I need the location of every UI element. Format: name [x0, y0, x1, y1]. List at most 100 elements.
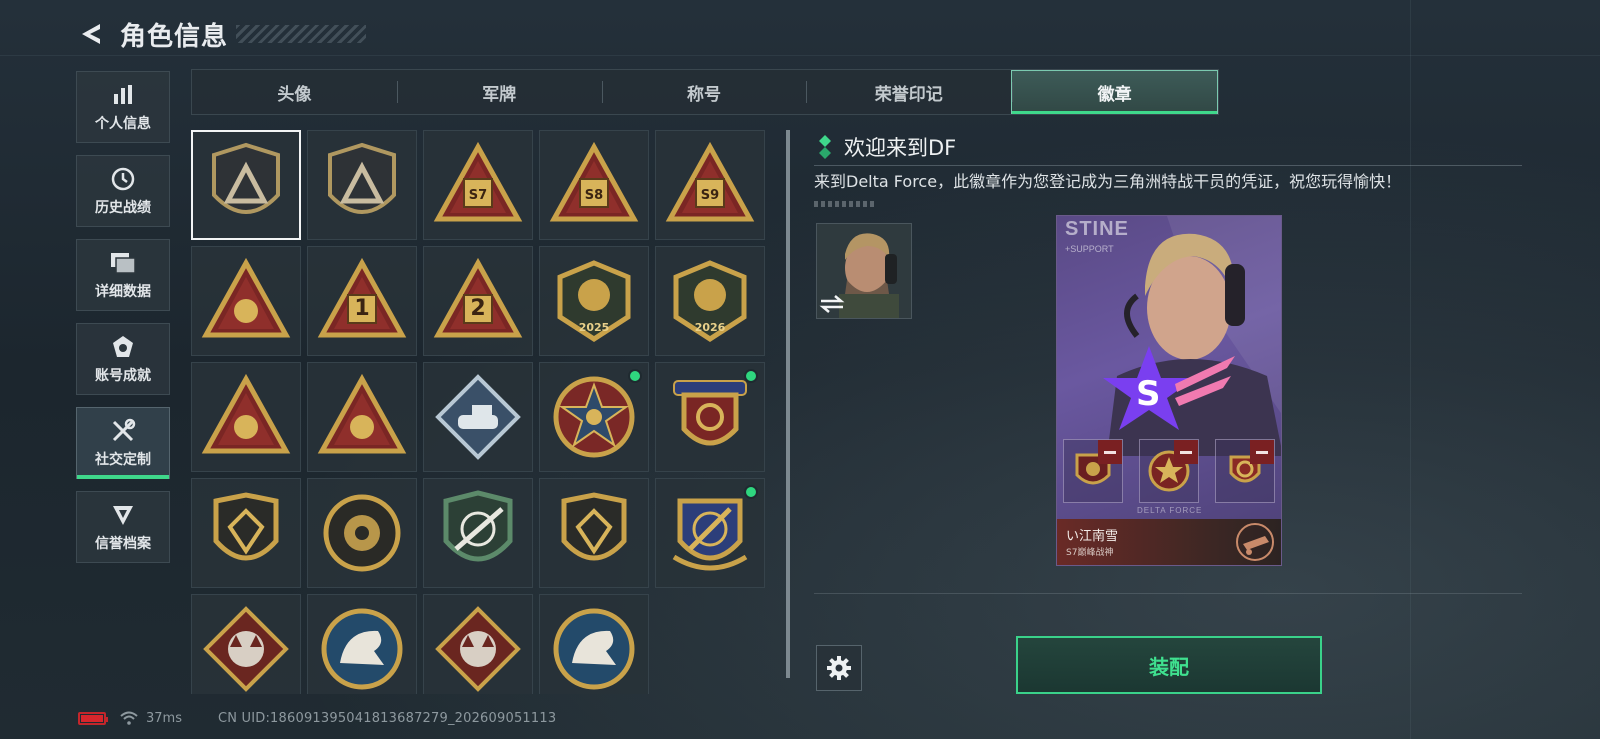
- equipped-slot[interactable]: [1063, 439, 1123, 503]
- back-button[interactable]: [76, 19, 106, 49]
- gear-badge-icon: [323, 494, 401, 572]
- nav-item-credit-record[interactable]: 信誉档案: [76, 491, 170, 563]
- badge-cell[interactable]: [191, 130, 301, 240]
- three-star-shield-badge-icon: [673, 380, 747, 446]
- divider: [814, 165, 1522, 166]
- nav-item-achievements[interactable]: 账号成就: [76, 323, 170, 395]
- badge-cell[interactable]: [191, 246, 301, 356]
- equip-button[interactable]: 装配: [1016, 636, 1322, 694]
- star-emblem-badge-icon: [553, 376, 635, 458]
- badge-cell[interactable]: [423, 478, 533, 588]
- side-nav: 个人信息 历史战绩 详细数据 账号成就 社交定制 信誉档案: [76, 71, 170, 575]
- ping-value: 37ms: [146, 710, 182, 726]
- badge-grid: S7 S8 S9 1 2 2025 2026: [191, 130, 773, 694]
- svg-text:S9: S9: [701, 188, 719, 203]
- badge-cell[interactable]: [307, 478, 417, 588]
- badge-cell[interactable]: [191, 478, 301, 588]
- badge-cell[interactable]: [307, 130, 417, 240]
- page-header: 角色信息: [76, 14, 367, 54]
- rank-emblem-icon: [1236, 523, 1274, 561]
- new-indicator-dot: [744, 485, 758, 499]
- badge-cell[interactable]: S9: [655, 130, 765, 240]
- remove-badge-button[interactable]: [1174, 440, 1198, 464]
- tab-title[interactable]: 称号: [601, 70, 807, 114]
- user-uid: CN UID:18609139504181368727​9_2026090511…: [217, 710, 557, 726]
- badge-cell[interactable]: [307, 362, 417, 472]
- badge-title: 欢迎来到DF: [844, 136, 957, 160]
- back-arrow-icon: [82, 24, 100, 44]
- tab-dog-tag[interactable]: 军牌: [396, 70, 602, 114]
- squad-badge-icon: [201, 373, 291, 454]
- badge-cell[interactable]: [539, 478, 649, 588]
- svg-text:S8: S8: [585, 188, 603, 203]
- nav-label: 社交定制: [95, 452, 151, 468]
- s8-badge-icon: S8: [549, 141, 639, 222]
- tab-honor-mark[interactable]: 荣誉印记: [806, 70, 1011, 114]
- wings-badge-icon: [201, 257, 291, 338]
- knife-badge-icon: [672, 498, 748, 571]
- badge-cell[interactable]: 2: [423, 246, 533, 356]
- remove-badge-button[interactable]: [1098, 440, 1122, 464]
- delta-force-2025-badge-icon: 2025: [557, 260, 631, 342]
- operator-avatar[interactable]: [816, 223, 912, 319]
- badge-cell[interactable]: [307, 594, 417, 694]
- bar-chart-icon: [112, 81, 134, 109]
- nav-label: 历史战绩: [95, 200, 151, 216]
- eagle-badge-icon: [321, 608, 403, 690]
- badge-cell[interactable]: S7: [423, 130, 533, 240]
- badge-cell[interactable]: S8: [539, 130, 649, 240]
- badge-detail-header: 欢迎来到DF: [818, 132, 956, 162]
- player-rank: S7巅峰战神: [1066, 548, 1114, 558]
- scrollbar-thumb[interactable]: [786, 130, 790, 678]
- nav-item-personal-info[interactable]: 个人信息: [76, 71, 170, 143]
- badge-cell[interactable]: 1: [307, 246, 417, 356]
- nav-label: 详细数据: [95, 284, 151, 300]
- rank-2-badge-icon: 2: [433, 257, 523, 338]
- status-bar: 37ms CN UID:18609139504181368727​9_20260…: [78, 709, 556, 727]
- badge-cell[interactable]: 2025: [539, 246, 649, 356]
- svg-text:S7: S7: [469, 188, 487, 203]
- badge-cell[interactable]: [423, 594, 533, 694]
- settings-button[interactable]: [816, 645, 862, 691]
- badge-grid-scrollbar[interactable]: [786, 130, 790, 678]
- badge-cell[interactable]: [655, 362, 765, 472]
- badge-cell[interactable]: [655, 478, 765, 588]
- nav-item-social-custom[interactable]: 社交定制: [76, 407, 170, 479]
- operator-name-watermark: STINE: [1065, 218, 1129, 240]
- nav-item-match-history[interactable]: 历史战绩: [76, 155, 170, 227]
- equipped-slot[interactable]: [1215, 439, 1275, 503]
- s9-badge-icon: S9: [665, 141, 755, 222]
- badge-cell[interactable]: [539, 594, 649, 694]
- badge-cell[interactable]: [191, 594, 301, 694]
- svg-text:2: 2: [470, 296, 485, 321]
- rank-1-badge-icon: 1: [317, 257, 407, 338]
- df-logo-badge-icon: [212, 142, 280, 214]
- wifi-icon: [120, 711, 138, 725]
- diamond-marker-icon: [819, 135, 831, 159]
- remove-badge-button[interactable]: [1250, 440, 1274, 464]
- tab-avatar[interactable]: 头像: [192, 70, 397, 114]
- tank-badge-icon: [435, 374, 521, 460]
- background-line: [1410, 0, 1411, 739]
- wolf-badge-icon: [203, 606, 289, 692]
- player-card-preview[interactable]: S STINE +SUPPORT DELTA FORCE い江南雪 S7巅峰战神: [1056, 215, 1282, 566]
- svg-text:2026: 2026: [695, 321, 726, 334]
- tab-badge[interactable]: 徽章: [1011, 70, 1218, 114]
- badge-cell[interactable]: [191, 362, 301, 472]
- description-decoration: [814, 201, 876, 207]
- background-line: [0, 55, 1600, 56]
- helicopter-badge-icon: [328, 142, 396, 214]
- rocket-badge-icon: [317, 373, 407, 454]
- sniper-badge-icon: [443, 490, 513, 562]
- nav-label: 账号成就: [95, 368, 151, 384]
- badge-cell[interactable]: [539, 362, 649, 472]
- nav-item-detailed-data[interactable]: 详细数据: [76, 239, 170, 311]
- s7-badge-icon: S7: [433, 141, 523, 222]
- battery-icon: [78, 711, 108, 725]
- badge-cell[interactable]: 2026: [655, 246, 765, 356]
- clock-icon: [111, 165, 135, 193]
- dragon-badge-icon: [435, 606, 521, 692]
- badge-cell[interactable]: [423, 362, 533, 472]
- folder-icon: [110, 249, 136, 277]
- equipped-slot[interactable]: [1139, 439, 1199, 503]
